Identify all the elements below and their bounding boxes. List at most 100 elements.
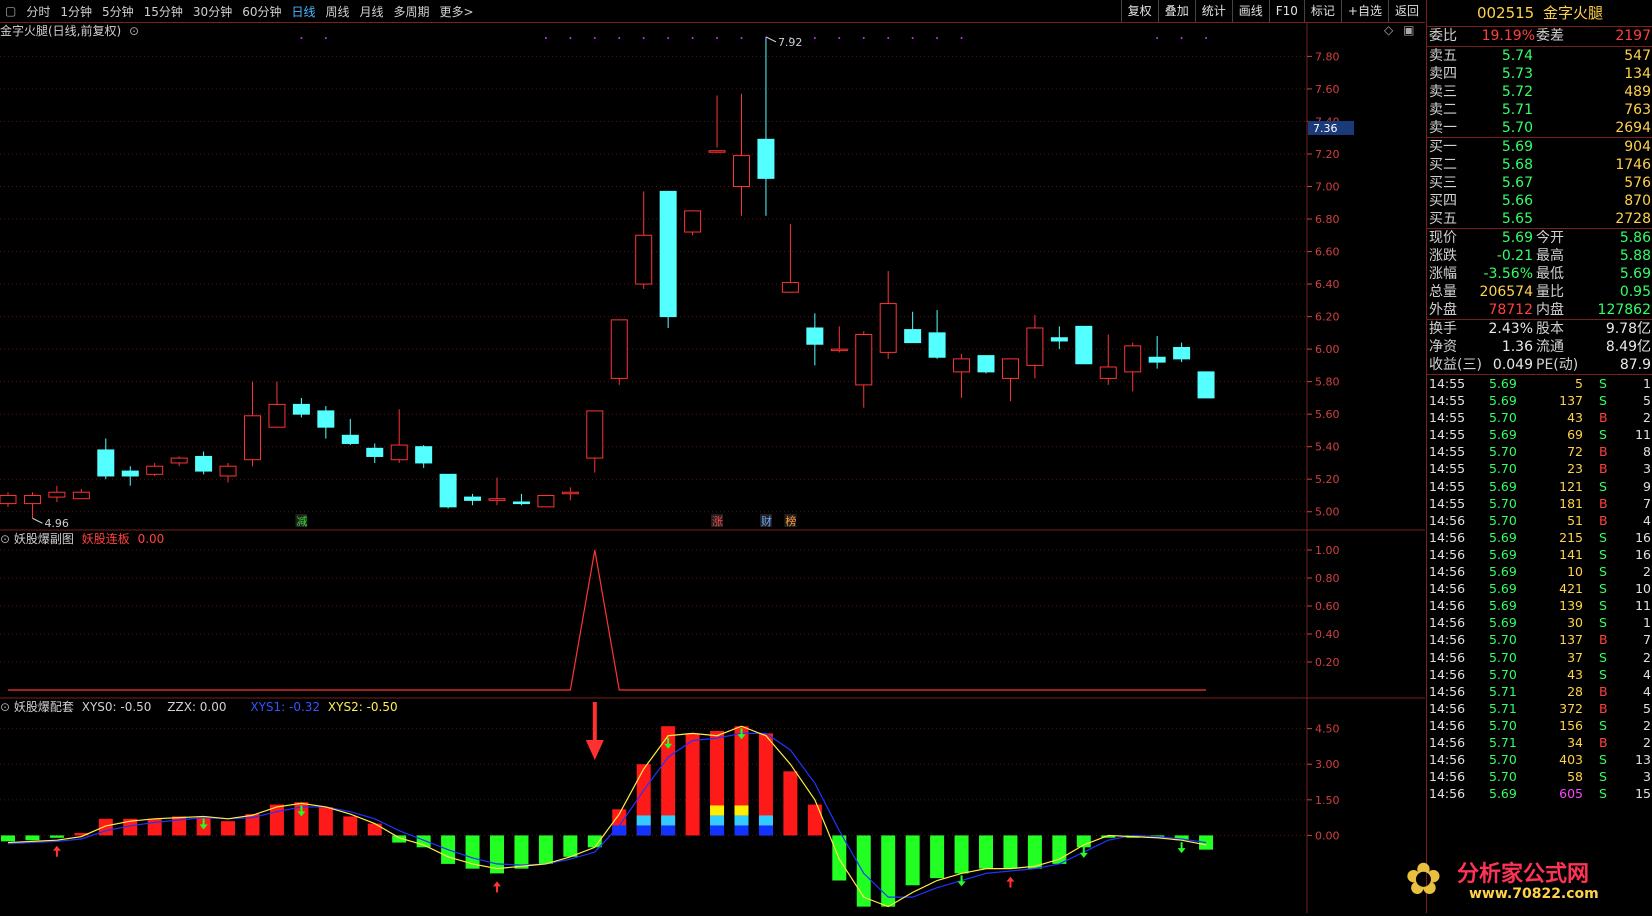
tick-volume: 43 <box>1567 410 1583 426</box>
toolbar-button-1[interactable]: 叠加 <box>1157 0 1195 22</box>
tick-volume: 372 <box>1559 700 1583 716</box>
price-tick-label: 6.20 <box>1315 311 1340 324</box>
candle-body <box>146 465 164 475</box>
sub2-bar <box>783 771 798 836</box>
sub2-signal-block <box>636 815 651 826</box>
tab-period-10[interactable]: 更多> <box>435 3 479 20</box>
tick-row: 14:56 5.70 403 S 13 <box>1427 751 1652 768</box>
sub2-signal-block <box>710 825 725 836</box>
watermark-url: www.70822.com <box>1469 886 1599 902</box>
tab-period-7[interactable]: 周线 <box>321 3 355 20</box>
tick-volume: 141 <box>1559 546 1583 562</box>
panel-toggle-icon[interactable]: ▣ <box>1403 23 1414 37</box>
candle-body <box>1148 356 1166 363</box>
book-label: 卖四 <box>1429 66 1457 82</box>
tick-row: 14:56 5.69 421 S 10 <box>1427 580 1652 597</box>
tick-price: 5.69 <box>1489 615 1517 631</box>
tick-list: 14:55 5.69 5 S 1 14:55 5.69 137 S 5 14:55 5.70 43 B 2 1… <box>1427 375 1652 802</box>
sub2-xys2: XYS2: -0.50 <box>327 700 398 714</box>
sub2-name: 妖股爆配套 <box>13 700 74 714</box>
tab-period-2[interactable]: 5分钟 <box>97 3 139 20</box>
candle-body <box>72 491 90 500</box>
diamond-icon[interactable]: ◇ <box>1384 23 1393 37</box>
high-price-label: 7.92 <box>778 36 803 49</box>
book-volume: 547 <box>1624 48 1651 64</box>
tick-price: 5.69 <box>1489 598 1517 614</box>
tab-period-5[interactable]: 60分钟 <box>237 3 286 20</box>
tick-side: B <box>1599 632 1608 648</box>
sub2-bar <box>538 835 553 864</box>
stat-row: 现价 5.69 今开 5.86 <box>1427 229 1652 247</box>
sub2-bar <box>856 835 871 907</box>
tick-price: 5.70 <box>1489 461 1517 477</box>
tick-count: 9 <box>1643 478 1651 494</box>
event-marker: 榜 <box>785 514 796 528</box>
tick-volume: 156 <box>1559 717 1583 733</box>
weibi-label: 委比 <box>1429 28 1457 44</box>
candle-body <box>586 410 604 459</box>
tick-side: S <box>1599 529 1607 545</box>
weicha-label: 委差 <box>1536 28 1564 44</box>
book-label: 买二 <box>1429 157 1457 173</box>
sub2-bar <box>49 835 64 838</box>
sub2-tick-label: 3.00 <box>1315 758 1340 771</box>
sub2-line-xys2 <box>7 725 1207 908</box>
sell-level-row: 卖五 5.74 547 <box>1427 47 1652 65</box>
tab-period-0[interactable]: 分时 <box>21 3 55 20</box>
sub2-bar <box>930 835 945 879</box>
settings-circle-icon[interactable]: ⊙ <box>129 24 139 38</box>
down-arrow-icon <box>1079 846 1088 858</box>
candle-body <box>464 496 482 501</box>
menu-icon[interactable]: ▢ <box>0 4 21 18</box>
collapse-icon[interactable]: ⊙ <box>0 700 10 714</box>
tab-period-9[interactable]: 多周期 <box>389 3 435 20</box>
tick-price: 5.69 <box>1489 581 1517 597</box>
candle-body <box>904 329 922 344</box>
toolbar-button-6[interactable]: +自选 <box>1340 0 1388 22</box>
tick-side: B <box>1599 410 1608 426</box>
sub2-signal-block <box>710 815 725 826</box>
candle-body <box>390 444 408 461</box>
toolbar-button-4[interactable]: F10 <box>1268 0 1304 22</box>
buy-level-row: 买五 5.65 2728 <box>1427 210 1652 228</box>
event-dot <box>691 37 694 39</box>
sub2-signal-block <box>636 825 651 836</box>
toolbar-button-0[interactable]: 复权 <box>1120 0 1158 22</box>
tick-time: 14:56 <box>1429 683 1466 699</box>
stat-label: 最低 <box>1536 266 1564 282</box>
sub1-name: 妖股爆副图 <box>13 532 74 546</box>
tick-price: 5.70 <box>1489 495 1517 511</box>
stat-row: 涨幅 -3.56% 最低 5.69 <box>1427 265 1652 283</box>
toolbar-button-7[interactable]: 返回 <box>1387 0 1425 22</box>
stat-value: -0.21 <box>1496 248 1533 264</box>
toolbar-button-3[interactable]: 画线 <box>1231 0 1269 22</box>
toolbar-right-buttons: 复权 叠加 统计 画线 F10 标记 +自选 返回 <box>1120 0 1425 22</box>
tick-row: 14:56 5.70 58 S 3 <box>1427 768 1652 785</box>
tick-volume: 28 <box>1567 683 1583 699</box>
sub2-bar <box>514 835 529 869</box>
collapse-icon[interactable]: ⊙ <box>0 532 10 546</box>
tab-period-3[interactable]: 15分钟 <box>139 3 188 20</box>
event-dot <box>1156 37 1159 39</box>
price-tick-label: 5.00 <box>1315 506 1340 519</box>
stat-label: 涨跌 <box>1429 248 1457 264</box>
tick-time: 14:56 <box>1429 666 1466 682</box>
tab-period-6[interactable]: 日线 <box>286 3 320 20</box>
candle-body <box>537 494 555 508</box>
tick-time: 14:56 <box>1429 700 1466 716</box>
low-pointer <box>32 517 43 524</box>
tab-period-4[interactable]: 30分钟 <box>188 3 237 20</box>
sub2-bar <box>881 835 896 907</box>
chart-area: 7.807.607.407.207.006.806.606.406.206.00… <box>0 22 1425 916</box>
tick-count: 5 <box>1643 393 1651 409</box>
tab-period-8[interactable]: 月线 <box>355 3 389 20</box>
toolbar-button-2[interactable]: 统计 <box>1194 0 1232 22</box>
tab-period-1[interactable]: 1分钟 <box>55 3 97 20</box>
sub2-xys1: XYS1: -0.32 <box>250 700 321 714</box>
candle-body <box>415 446 433 464</box>
candle-body <box>1075 325 1093 365</box>
watermark-name: 分析家公式网 <box>1457 862 1590 887</box>
up-arrow-icon <box>493 881 501 893</box>
up-arrow-icon <box>1006 876 1015 888</box>
toolbar-button-5[interactable]: 标记 <box>1303 0 1341 22</box>
